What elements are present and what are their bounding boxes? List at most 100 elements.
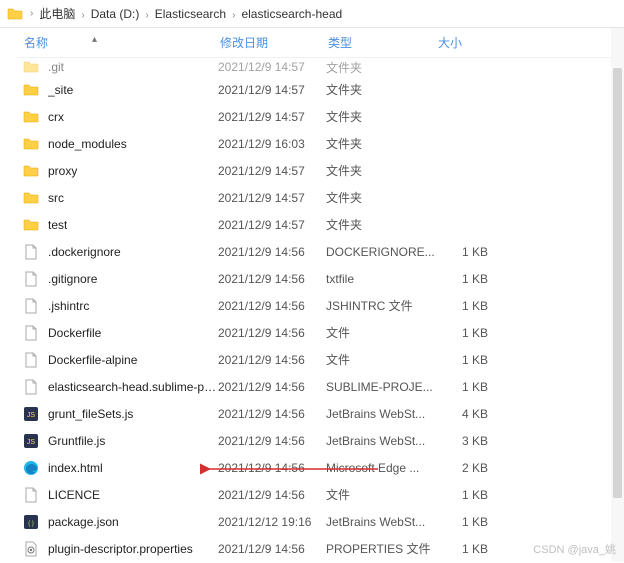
file-type: txtfile [326, 272, 354, 286]
breadcrumb-segment[interactable]: elasticsearch-head [237, 7, 346, 21]
file-type: 文件夹 [326, 110, 362, 124]
file-row[interactable]: index.html2021/12/9 14:56Microsoft Edge … [18, 454, 624, 481]
file-name: Gruntfile.js [48, 434, 105, 448]
file-modified: 2021/12/9 14:57 [218, 110, 305, 124]
folder-icon [22, 216, 40, 234]
json-icon: { } [22, 513, 40, 531]
file-name: _site [48, 83, 73, 97]
file-type: 文件 [326, 488, 350, 502]
file-modified: 2021/12/9 14:56 [218, 353, 305, 367]
file-icon [22, 378, 40, 396]
file-row[interactable]: Dockerfile2021/12/9 14:56文件1 KB [18, 319, 624, 346]
file-type: 文件 [326, 353, 350, 367]
file-size: 1 KB [462, 353, 488, 367]
file-modified: 2021/12/12 19:16 [218, 515, 311, 529]
breadcrumb-segment[interactable]: Data (D:) [87, 7, 144, 21]
file-size: 1 KB [462, 245, 488, 259]
file-size: 1 KB [462, 326, 488, 340]
breadcrumb-segment[interactable]: 此电脑 [35, 7, 79, 21]
column-type-header[interactable]: 类型 [326, 34, 436, 51]
file-type: SUBLIME-PROJE... [326, 380, 433, 394]
file-size: 4 KB [462, 407, 488, 421]
file-row[interactable]: LICENCE2021/12/9 14:56文件1 KB [18, 481, 624, 508]
file-modified: 2021/12/9 14:56 [218, 326, 305, 340]
vertical-scrollbar[interactable] [611, 28, 624, 562]
file-modified: 2021/12/9 14:57 [218, 60, 305, 74]
file-row[interactable]: test 2021/12/9 14:57 文件夹 [18, 211, 624, 238]
breadcrumb-segment[interactable]: Elasticsearch [151, 7, 230, 21]
file-modified: 2021/12/9 14:56 [218, 272, 305, 286]
file-modified: 2021/12/9 14:57 [218, 83, 305, 97]
file-name: Dockerfile [48, 326, 101, 340]
file-row[interactable]: { }package.json2021/12/12 19:16JetBrains… [18, 508, 624, 535]
breadcrumb[interactable]: › 此电脑›Data (D:)›Elasticsearch›elasticsea… [0, 0, 624, 28]
file-row[interactable]: Dockerfile-alpine2021/12/9 14:56文件1 KB [18, 346, 624, 373]
folder-icon [22, 108, 40, 126]
file-type: 文件夹 [326, 191, 362, 205]
file-row[interactable]: .jshintrc2021/12/9 14:56JSHINTRC 文件1 KB [18, 292, 624, 319]
file-row[interactable]: proxy2021/12/9 14:57文件夹 [18, 157, 624, 184]
column-name-header[interactable]: 名称 [22, 34, 218, 51]
file-name: elasticsearch-head.sublime-project [48, 380, 218, 394]
file-type: 文件夹 [326, 61, 362, 75]
edge-icon [22, 459, 40, 477]
file-row[interactable]: JSgrunt_fileSets.js2021/12/9 14:56JetBra… [18, 400, 624, 427]
file-icon [22, 324, 40, 342]
chevron-right-icon: › [28, 8, 35, 19]
file-icon [22, 297, 40, 315]
file-name: .dockerignore [48, 245, 121, 259]
folder-icon [22, 135, 40, 153]
file-icon [22, 270, 40, 288]
file-type: JetBrains WebSt... [326, 515, 425, 529]
file-modified: 2021/12/9 14:56 [218, 542, 305, 556]
file-name: src [48, 191, 64, 205]
file-modified: 2021/12/9 14:57 [218, 218, 305, 232]
scrollbar-thumb[interactable] [613, 68, 622, 498]
file-icon [22, 351, 40, 369]
file-name: plugin-descriptor.properties [48, 542, 193, 556]
column-size-header[interactable]: 大小 [436, 34, 496, 51]
file-type: 文件夹 [326, 164, 362, 178]
column-modified-header[interactable]: 修改日期 [218, 34, 326, 51]
file-row[interactable]: JS Gruntfile.js 2021/12/9 14:56 JetBrains W… [18, 427, 624, 454]
file-size: 1 KB [462, 515, 488, 529]
file-row[interactable]: src 2021/12/9 14:57 文件夹 [18, 184, 624, 211]
file-row[interactable]: elasticsearch-head.sublime-project2021/1… [18, 373, 624, 400]
file-name: test [48, 218, 67, 232]
file-row[interactable]: node_modules 2021/12/9 16:03 文件夹 [18, 130, 624, 157]
file-size: 2 KB [462, 461, 488, 475]
file-row[interactable]: plugin-descriptor.properties 2021/12/9 14… [18, 535, 624, 562]
file-type: 文件夹 [326, 83, 362, 97]
svg-text:JS: JS [27, 439, 36, 446]
file-modified: 2021/12/9 14:56 [218, 245, 305, 259]
folder-icon [6, 5, 24, 23]
file-type: JetBrains WebSt... [326, 434, 425, 448]
file-modified: 2021/12/9 14:56 [218, 434, 305, 448]
file-size: 1 KB [462, 488, 488, 502]
svg-text:{ }: { } [28, 521, 34, 527]
file-modified: 2021/12/9 14:57 [218, 191, 305, 205]
file-modified: 2021/12/9 14:57 [218, 164, 305, 178]
file-type: 文件夹 [326, 137, 362, 151]
file-type: PROPERTIES 文件 [326, 542, 430, 556]
file-row[interactable]: _site 2021/12/9 14:57 文件夹 [18, 76, 624, 103]
file-row[interactable]: .git 2021/12/9 14:57 文件夹 [18, 58, 624, 76]
file-modified: 2021/12/9 14:56 [218, 380, 305, 394]
file-name: index.html [48, 461, 103, 475]
file-row[interactable]: .dockerignore 2021/12/9 14:56 DOCKERIGNORE… [18, 238, 624, 265]
file-type: JSHINTRC 文件 [326, 299, 413, 313]
file-name: .git [48, 60, 64, 74]
file-type: DOCKERIGNORE... [326, 245, 435, 259]
file-icon [22, 486, 40, 504]
file-modified: 2021/12/9 14:56 [218, 407, 305, 421]
file-size: 3 KB [462, 434, 488, 448]
file-row[interactable]: .gitignore2021/12/9 14:56txtfile1 KB [18, 265, 624, 292]
file-modified: 2021/12/9 16:03 [218, 137, 305, 151]
file-size: 1 KB [462, 299, 488, 313]
file-type: JetBrains WebSt... [326, 407, 425, 421]
file-name: node_modules [48, 137, 127, 151]
folder-icon [22, 189, 40, 207]
file-type: 文件夹 [326, 218, 362, 232]
file-row[interactable]: crx2021/12/9 14:57文件夹 [18, 103, 624, 130]
js-icon: JS [22, 405, 40, 423]
